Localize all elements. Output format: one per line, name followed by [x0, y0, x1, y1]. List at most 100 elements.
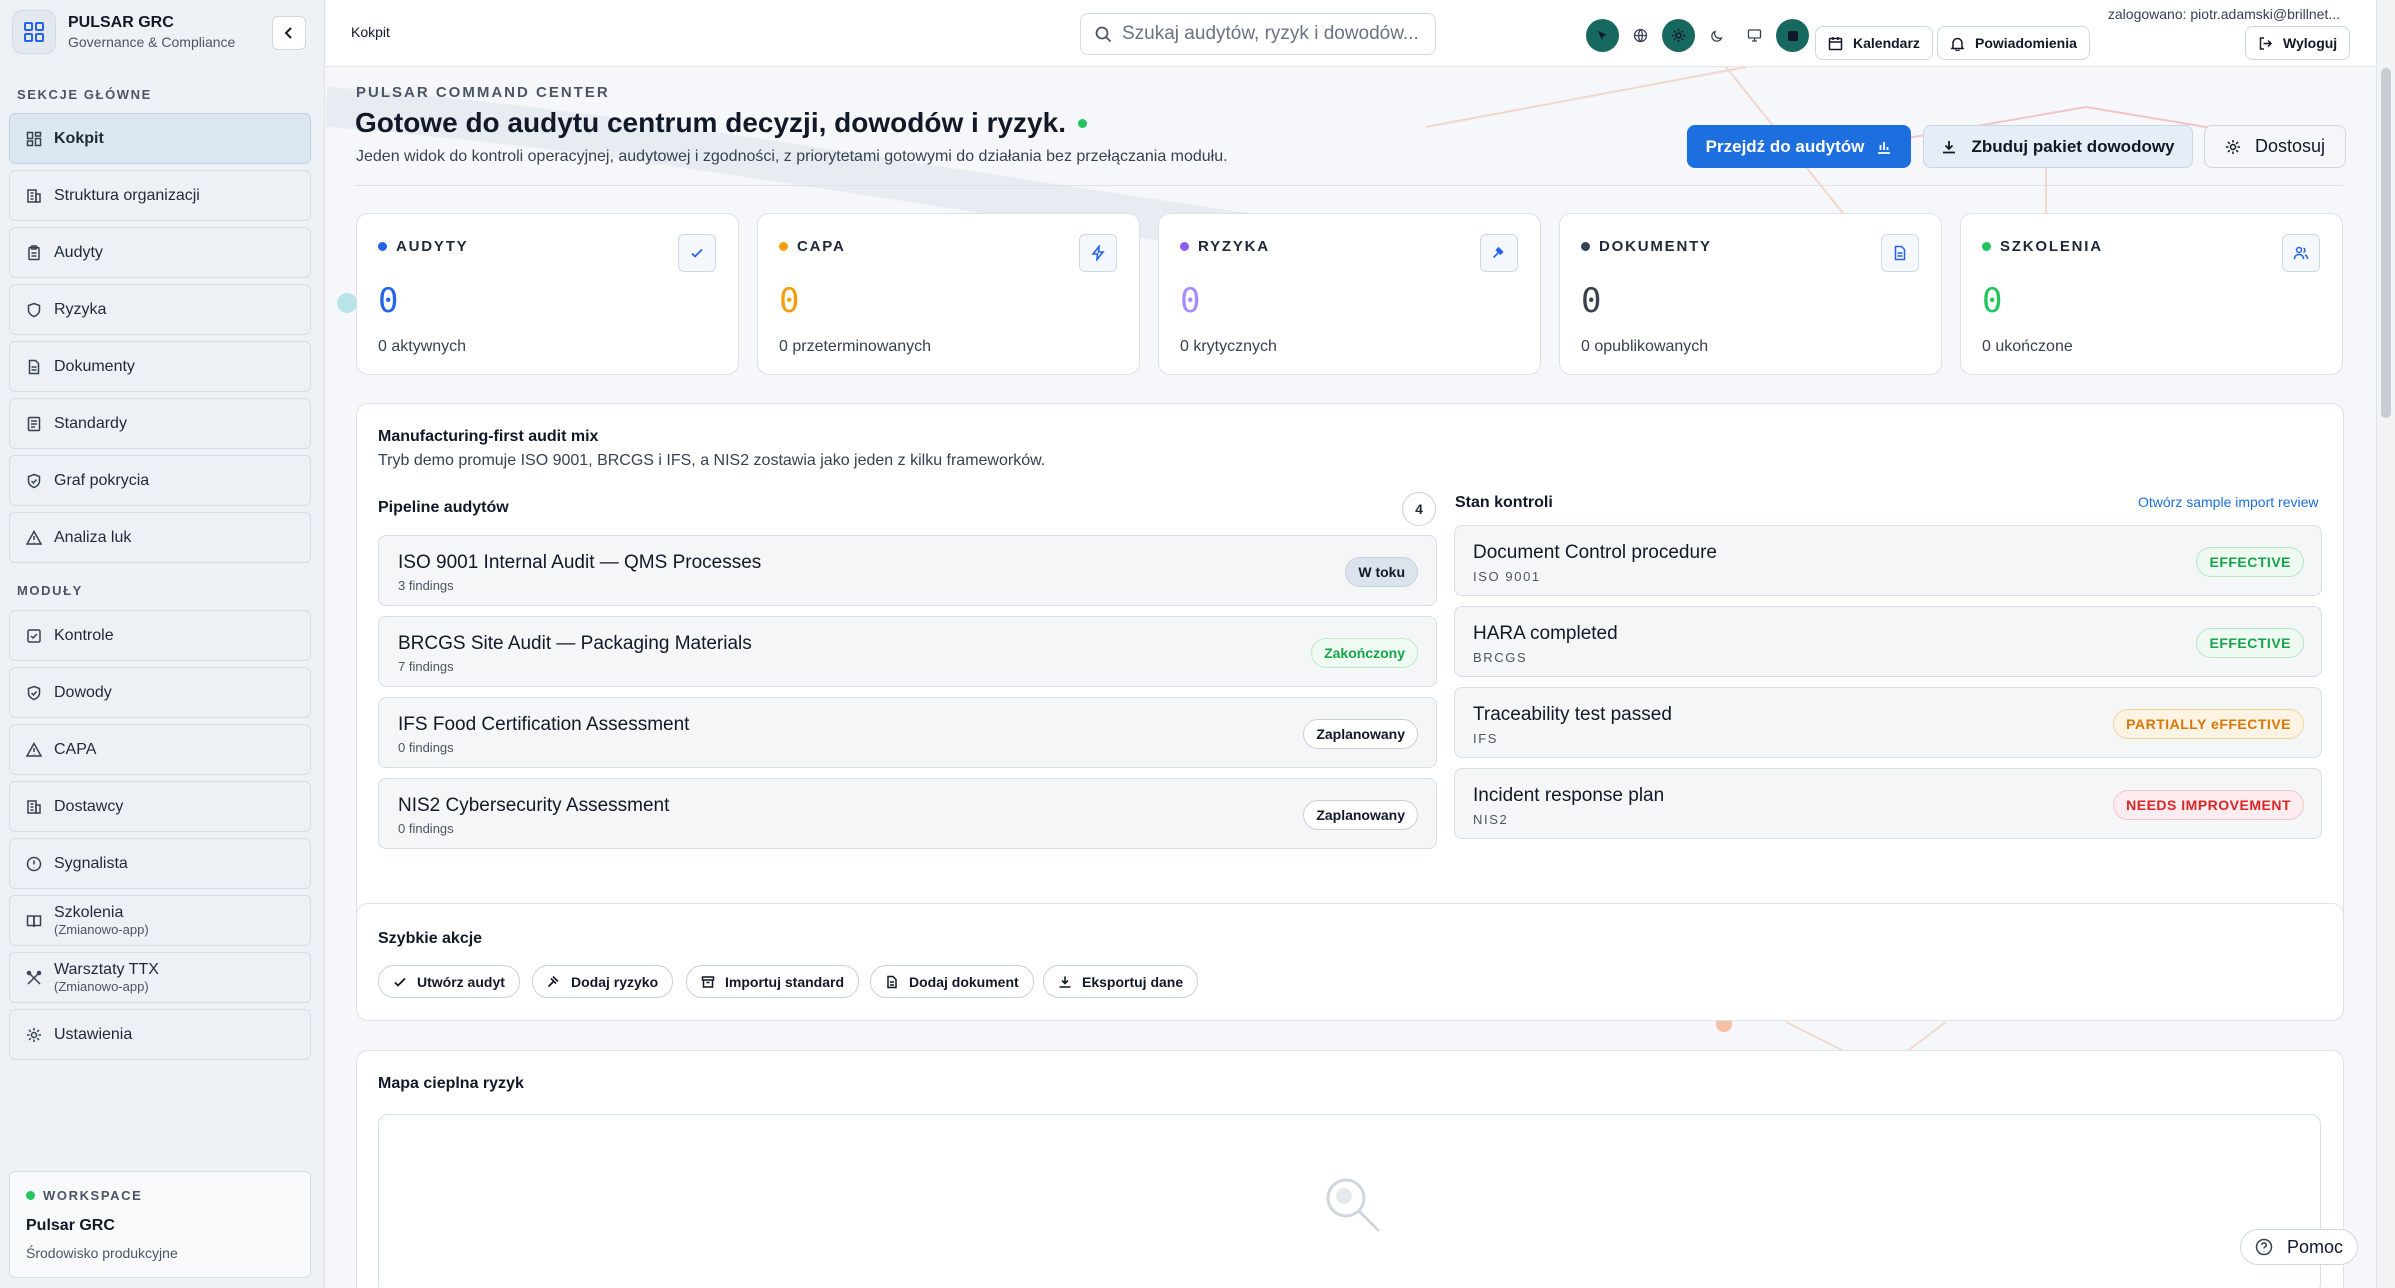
- warning-icon: [26, 529, 42, 545]
- control-row[interactable]: Traceability test passed IFS PARTIALLY e…: [1454, 687, 2322, 758]
- sidebar-item-capa[interactable]: CAPA: [9, 724, 311, 775]
- shield-check-icon: [27, 473, 41, 488]
- control-row[interactable]: HARA completed BRCGS EFFECTIVE: [1454, 606, 2322, 677]
- check-icon[interactable]: [678, 234, 716, 272]
- quick-action-label: Importuj standard: [725, 973, 845, 990]
- stat-label: SZKOLENIA: [2000, 238, 2103, 255]
- quick-action-label: Eksportuj dane: [1082, 973, 1184, 990]
- workspace-env: Środowisko produkcyjne: [26, 1245, 178, 1261]
- gavel-icon[interactable]: [1480, 234, 1518, 272]
- pointer-icon: [1597, 30, 1607, 40]
- audit-row[interactable]: ISO 9001 Internal Audit — QMS Processes …: [378, 535, 1437, 606]
- stat-value: 0: [1581, 281, 1602, 321]
- globe-icon: [1633, 28, 1648, 43]
- sample-import-link[interactable]: Otwórz sample import review: [2138, 494, 2319, 510]
- sidebar-item-sygnalista[interactable]: Sygnalista: [9, 838, 311, 889]
- stat-sub: 0 aktywnych: [378, 338, 467, 355]
- add-risk-button[interactable]: Dodaj ryzyko: [532, 965, 674, 998]
- workspace-card[interactable]: WORKSPACE Pulsar GRC Środowisko produkcy…: [9, 1171, 311, 1278]
- sidebar-item-kontrole[interactable]: Kontrole: [9, 610, 311, 661]
- sidebar-item-standardy[interactable]: Standardy: [9, 398, 311, 449]
- stat-card-dokumenty[interactable]: DOKUMENTY 0 0 opublikowanych: [1559, 213, 1942, 375]
- search-input[interactable]: [1122, 23, 1432, 45]
- audit-mix-panel: Manufacturing-first audit mix Tryb demo …: [356, 403, 2344, 944]
- system-theme-button[interactable]: [1738, 19, 1771, 52]
- audit-row[interactable]: IFS Food Certification Assessment 0 find…: [378, 697, 1437, 768]
- grid-logo-icon: [12, 10, 56, 54]
- sidebar-item-struktura[interactable]: Struktura organizacji: [9, 170, 311, 221]
- create-audit-button[interactable]: Utwórz audyt: [378, 965, 520, 998]
- audit-name: ISO 9001 Internal Audit — QMS Processes: [398, 552, 762, 573]
- cursor-mode-button[interactable]: [1586, 19, 1619, 52]
- add-document-button[interactable]: Dodaj dokument: [870, 965, 1034, 998]
- bolt-icon[interactable]: [1079, 234, 1117, 272]
- gear-icon: [2225, 139, 2240, 154]
- build-evidence-pack-button[interactable]: Zbuduj pakiet dowodowy: [1923, 125, 2193, 168]
- sidebar-item-dostawcy[interactable]: Dostawcy: [9, 781, 311, 832]
- calendar-button[interactable]: Kalendarz: [1815, 26, 1933, 60]
- notifications-button[interactable]: Powiadomienia: [1937, 26, 2090, 60]
- status-dot: [1581, 242, 1590, 251]
- control-status-badge: EFFECTIVE: [2196, 628, 2304, 658]
- breadcrumb[interactable]: Kokpit: [351, 24, 390, 40]
- download-icon: [1059, 976, 1071, 988]
- status-dot: [26, 1191, 35, 1200]
- control-row[interactable]: Incident response plan NIS2 NEEDS IMPROV…: [1454, 768, 2322, 839]
- clipboard-icon: [28, 244, 40, 260]
- sidebar-item-label: Standardy: [54, 414, 127, 432]
- customize-button[interactable]: Dostosuj: [2204, 125, 2346, 168]
- collapse-sidebar-button[interactable]: [272, 16, 306, 50]
- go-to-audits-button[interactable]: Przejdź do audytów: [1687, 125, 1911, 168]
- search-box[interactable]: [1080, 13, 1436, 55]
- checkbox-icon: [27, 628, 41, 643]
- stat-card-audyty[interactable]: AUDYTY 0 0 aktywnych: [356, 213, 739, 375]
- controls-title: Stan kontroli: [1455, 494, 1553, 511]
- stat-card-ryzyka[interactable]: RYZYKA 0 0 krytycznych: [1158, 213, 1541, 375]
- sidebar-item-label: Warsztaty TTX: [54, 961, 159, 978]
- sidebar-item-label: Ustawienia: [54, 1025, 133, 1043]
- contrast-button[interactable]: [1776, 19, 1809, 52]
- sidebar-item-label: Sygnalista: [54, 854, 128, 872]
- audit-row[interactable]: BRCGS Site Audit — Packaging Materials 7…: [378, 616, 1437, 687]
- sidebar-item-ustawienia[interactable]: Ustawienia: [9, 1009, 311, 1060]
- sidebar-item-szkolenia[interactable]: Szkolenia (Zmianowo-app): [9, 895, 311, 946]
- audit-status-badge: Zakończony: [1311, 638, 1418, 668]
- sidebar-item-analiza-luk[interactable]: Analiza luk: [9, 512, 311, 563]
- export-data-button[interactable]: Eksportuj dane: [1043, 965, 1199, 998]
- stat-label: RYZYKA: [1198, 238, 1270, 255]
- sidebar-item-label: Ryzyka: [54, 300, 107, 318]
- document-icon[interactable]: [1881, 234, 1919, 272]
- dark-theme-button[interactable]: [1700, 19, 1733, 52]
- sidebar-item-kokpit[interactable]: Kokpit: [9, 113, 311, 164]
- brand[interactable]: PULSAR GRC Governance & Compliance: [12, 10, 235, 54]
- users-icon[interactable]: [2282, 234, 2320, 272]
- sidebar-item-label: Dowody: [54, 683, 112, 701]
- scroll-thumb[interactable]: [2381, 68, 2391, 418]
- sidebar-item-warsztaty-ttx[interactable]: Warsztaty TTX (Zmianowo-app): [9, 952, 311, 1003]
- help-button[interactable]: Pomoc: [2240, 1229, 2358, 1265]
- audit-row[interactable]: NIS2 Cybersecurity Assessment 0 findings…: [378, 778, 1437, 849]
- sidebar-item-dowody[interactable]: Dowody: [9, 667, 311, 718]
- sidebar-item-graf-pokrycia[interactable]: Graf pokrycia: [9, 455, 311, 506]
- light-theme-button[interactable]: [1662, 19, 1695, 52]
- control-status-badge: EFFECTIVE: [2196, 547, 2304, 577]
- audit-findings: 3 findings: [398, 578, 454, 593]
- check-icon: [394, 977, 406, 987]
- sidebar-item-dokumenty[interactable]: Dokumenty: [9, 341, 311, 392]
- archive-icon: [701, 975, 715, 988]
- sidebar-item-ryzyka[interactable]: Ryzyka: [9, 284, 311, 335]
- import-standard-button[interactable]: Importuj standard: [686, 965, 860, 998]
- brand-name: PULSAR GRC: [68, 14, 174, 31]
- brand-subtitle: Governance & Compliance: [68, 34, 236, 50]
- stat-card-capa[interactable]: CAPA 0 0 przeterminowanych: [757, 213, 1140, 375]
- language-button[interactable]: [1624, 19, 1657, 52]
- stat-card-szkolenia[interactable]: SZKOLENIA 0 0 ukończone: [1960, 213, 2343, 375]
- sidebar-item-audyty[interactable]: Audyty: [9, 227, 311, 278]
- build-evidence-pack-label: Zbuduj pakiet dowodowy: [1971, 136, 2175, 156]
- control-row[interactable]: Document Control procedure ISO 9001 EFFE…: [1454, 525, 2322, 596]
- logout-button[interactable]: Wyloguj: [2245, 26, 2351, 60]
- sidebar-item-label: Audyty: [54, 243, 103, 261]
- section-label-main: SEKCJE GŁÓWNE: [17, 87, 152, 102]
- help-label: Pomoc: [2286, 1236, 2344, 1257]
- scrollbar[interactable]: [2376, 0, 2395, 1288]
